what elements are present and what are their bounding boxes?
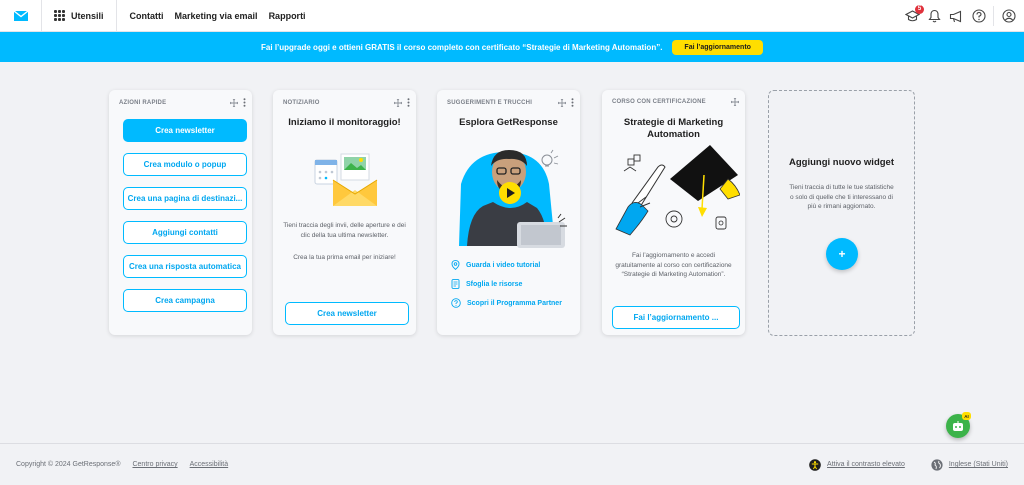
nav-reports[interactable]: Rapporti <box>269 11 306 21</box>
privacy-center-link[interactable]: Centro privacy <box>132 461 177 468</box>
widget-label: NOTIZIARIO <box>283 99 320 106</box>
create-autoresponder-button[interactable]: Crea una risposta automatica <box>123 255 247 278</box>
accessibility-icon <box>809 458 821 471</box>
widget-label: AZIONI RAPIDE <box>119 99 167 106</box>
envelope-logo-icon <box>13 9 28 21</box>
nav-email-marketing[interactable]: Marketing via email <box>175 11 258 21</box>
tip-link-label: Guarda i video tutorial <box>466 261 541 269</box>
upgrade-banner: Fai l’upgrade oggi e ottieni GRATIS il c… <box>0 32 1024 62</box>
bell-icon[interactable] <box>927 9 942 24</box>
tools-menu[interactable]: Utensili <box>42 0 117 32</box>
newsroom-widget: NOTIZIARIO Iniziamo il monitoraggio! Tie… <box>273 90 416 335</box>
watch-tutorials-link[interactable]: Guarda i video tutorial <box>451 260 540 270</box>
app-grid-icon <box>54 10 65 21</box>
more-options-icon[interactable] <box>407 98 410 107</box>
graduation-cap-icon[interactable]: 5 <box>905 4 924 24</box>
add-widget-placeholder: Aggiungi nuovo widget Tieni traccia di t… <box>768 90 915 336</box>
more-options-icon[interactable] <box>243 98 246 107</box>
add-widget-button[interactable]: + <box>826 238 858 270</box>
partner-program-link[interactable]: Scopri il Programma Partner <box>451 298 562 308</box>
notification-badge: 5 <box>915 4 924 14</box>
accessibility-link[interactable]: Accessibilità <box>190 461 229 468</box>
megaphone-icon[interactable] <box>949 9 964 24</box>
more-options-icon[interactable] <box>571 98 574 107</box>
language-selector[interactable]: Inglese (Stati Uniti) <box>949 461 1008 468</box>
question-circle-icon <box>451 298 461 308</box>
widget-label: CORSO CON CERTIFICAZIONE <box>612 99 706 105</box>
drag-handle-icon[interactable] <box>558 98 566 107</box>
widget-title: Iniziamo il monitoraggio! <box>288 117 401 128</box>
ai-badge: AI <box>962 412 971 420</box>
widget-label: SUGGERIMENTI E TRUCCHI <box>447 99 533 106</box>
high-contrast-toggle[interactable]: Attiva il contrasto elevato <box>827 461 905 468</box>
widget-hint: Crea la tua prima email per iniziare! <box>293 254 396 261</box>
widget-title: Esplora GetResponse <box>459 117 558 128</box>
globe-icon <box>931 458 943 471</box>
tips-widget: SUGGERIMENTI E TRUCCHI Esplora GetRespon… <box>437 90 580 335</box>
create-newsletter-button[interactable]: Crea newsletter <box>123 119 247 142</box>
divider <box>993 6 994 26</box>
top-navigation-bar: Utensili Contatti Marketing via email Ra… <box>0 0 1024 32</box>
banner-text: Fai l’upgrade oggi e ottieni GRATIS il c… <box>261 42 663 52</box>
drag-handle-icon[interactable] <box>394 98 402 107</box>
tools-menu-label: Utensili <box>71 10 104 21</box>
quick-actions-widget: AZIONI RAPIDE Crea newsletter Crea modul… <box>109 90 252 335</box>
tip-link-label: Sfoglia le risorse <box>466 280 523 288</box>
video-tutorial-illustration <box>459 149 567 248</box>
document-icon <box>451 279 460 289</box>
banner-upgrade-button[interactable]: Fai l’aggiornamento <box>672 39 763 55</box>
add-widget-title: Aggiungi nuovo widget <box>788 157 894 168</box>
user-account-icon[interactable] <box>1001 9 1016 24</box>
certification-course-widget: CORSO CON CERTIFICAZIONE Strategie di Ma… <box>602 90 745 335</box>
browse-resources-link[interactable]: Sfoglia le risorse <box>451 279 522 289</box>
widget-description: Fai l’aggiornamento e accedi gratuitamen… <box>615 252 732 278</box>
drag-handle-icon[interactable] <box>230 98 238 107</box>
create-campaign-button[interactable]: Crea campagna <box>123 289 247 312</box>
course-upgrade-button[interactable]: Fai l’aggiornamento ... <box>612 306 740 329</box>
tip-link-label: Scopri il Programma Partner <box>467 299 562 307</box>
robot-icon <box>953 421 963 431</box>
newsletter-envelope-illustration <box>314 153 378 206</box>
help-icon[interactable] <box>971 9 986 24</box>
widget-title: Strategie di Marketing Automation <box>623 117 724 140</box>
newsroom-create-newsletter-button[interactable]: Crea newsletter <box>285 302 409 325</box>
copyright-text: Copyright © 2024 GetResponse® <box>16 461 121 468</box>
drag-handle-icon[interactable] <box>731 98 739 106</box>
ai-assistant-button[interactable]: AI <box>946 412 971 438</box>
add-widget-description: Tieni traccia di tutte le tue statistich… <box>789 184 894 210</box>
getresponse-logo[interactable] <box>0 0 42 32</box>
create-form-popup-button[interactable]: Crea modulo o popup <box>123 153 247 176</box>
nav-contacts[interactable]: Contatti <box>130 11 164 21</box>
widget-description: Tieni traccia degli invii, delle apertur… <box>283 222 406 239</box>
graduation-certificate-illustration <box>615 145 740 236</box>
create-landing-page-button[interactable]: Crea una pagina di destinazi... <box>123 187 247 210</box>
add-contacts-button[interactable]: Aggiungi contatti <box>123 221 247 244</box>
location-pin-icon <box>451 260 460 270</box>
footer: Copyright © 2024 GetResponse® Centro pri… <box>0 443 1024 485</box>
